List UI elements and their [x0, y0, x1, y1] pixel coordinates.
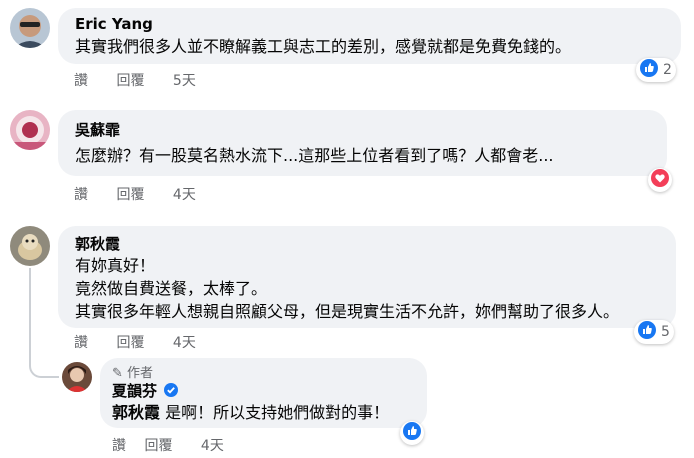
reply-author[interactable]: 夏韻芬 — [112, 381, 179, 402]
reaction-summary[interactable] — [400, 421, 424, 445]
like-reaction-icon — [403, 422, 421, 444]
reply-link[interactable]: 回覆 — [116, 332, 144, 352]
reaction-summary[interactable] — [648, 168, 672, 192]
reaction-count: 5 — [661, 324, 670, 340]
avatar[interactable] — [10, 226, 50, 266]
timestamp[interactable]: 5天 — [173, 70, 196, 90]
reply-text: 郭秋霞 是啊！所以支持她們做對的事！ — [112, 403, 390, 422]
comment-actions: 讚 回覆 5天 — [74, 70, 196, 90]
like-link[interactable]: 讚 — [74, 184, 88, 204]
comment-text-line: 其實很多年輕人想親自照顧父母，但是現實生活不允許，妳們幫助了很多人。 — [75, 302, 620, 321]
comment-author[interactable]: Eric Yang — [75, 14, 153, 34]
avatar[interactable] — [62, 362, 92, 392]
mention-link[interactable]: 郭秋霞 — [112, 403, 160, 422]
timestamp[interactable]: 4天 — [201, 435, 224, 455]
comment-actions: 讚 回覆 4天 — [74, 332, 196, 352]
reaction-count: 2 — [663, 62, 672, 78]
comment-text-line: 竟然做自費送餐，太棒了。 — [75, 279, 268, 298]
comment-text-line: 有妳真好！ — [75, 256, 156, 275]
avatar[interactable] — [10, 8, 50, 48]
like-link[interactable]: 讚 — [112, 435, 126, 455]
like-link[interactable]: 讚 — [74, 70, 88, 90]
author-badge: ✎ 作者 — [112, 366, 154, 381]
comment-author[interactable]: 吳蘇霏 — [75, 120, 120, 140]
avatar[interactable] — [10, 110, 50, 150]
timestamp[interactable]: 4天 — [173, 332, 196, 352]
timestamp[interactable]: 4天 — [173, 184, 196, 204]
comment-text: 其實我們很多人並不瞭解義工與志工的差別，感覺就都是免費免錢的。 — [75, 37, 572, 56]
comment-text: 怎麼辦？有一股莫名熱水流下...這那些上位者看到了嗎？人都會老... — [75, 146, 554, 165]
like-link[interactable]: 讚 — [74, 332, 88, 352]
thread-connector — [29, 268, 59, 378]
reply-actions: 讚 回覆 4天 — [112, 435, 224, 455]
reply-link[interactable]: 回覆 — [116, 70, 144, 90]
like-reaction-icon — [638, 321, 656, 343]
comment-actions: 讚 回覆 4天 — [74, 184, 196, 204]
reaction-summary[interactable]: 5 — [634, 320, 674, 344]
reply-link[interactable]: 回覆 — [116, 184, 144, 204]
comment-author[interactable]: 郭秋霞 — [75, 234, 120, 254]
love-reaction-icon — [651, 169, 669, 191]
reaction-summary[interactable]: 2 — [636, 58, 676, 82]
pencil-icon: ✎ — [112, 366, 123, 381]
verified-badge-icon — [164, 382, 179, 402]
reply-link[interactable]: 回覆 — [144, 435, 172, 455]
like-reaction-icon — [640, 59, 658, 81]
